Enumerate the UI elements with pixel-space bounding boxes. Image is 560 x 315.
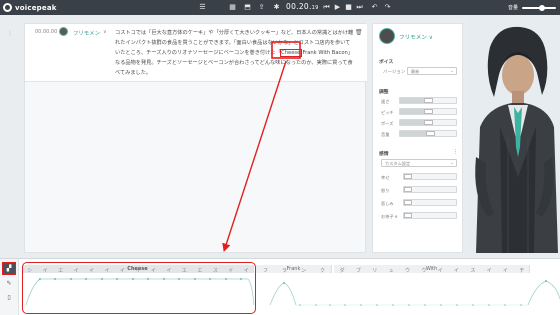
annotation-arrow xyxy=(222,41,301,252)
